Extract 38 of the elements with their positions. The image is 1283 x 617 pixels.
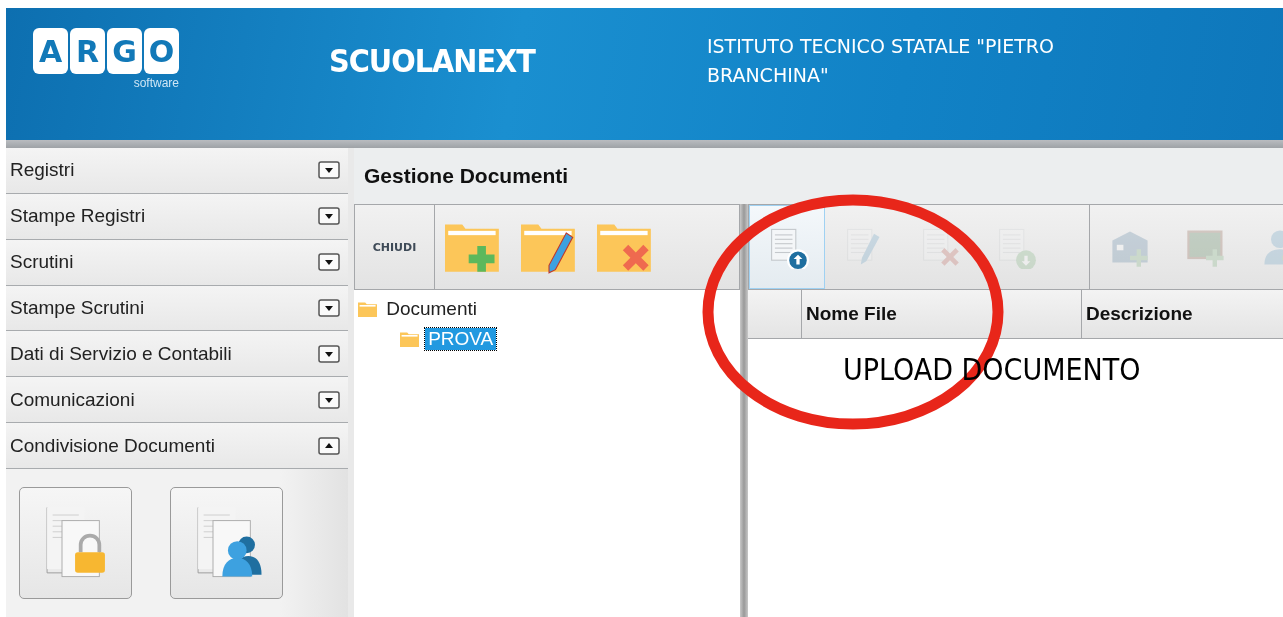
panel-title: Gestione Documenti — [364, 164, 569, 188]
section-label: Stampe Scrutini — [10, 297, 145, 319]
sidebar-section[interactable]: Stampe Scrutini — [6, 285, 348, 332]
expand-icon[interactable] — [318, 253, 340, 272]
institute-name: BRANCHINA" — [706, 63, 830, 88]
logo-letter: O — [144, 28, 179, 74]
section-label: Comunicazioni — [10, 388, 135, 411]
section-label: Condivisione Documenti — [10, 434, 215, 457]
section-label: Registri — [10, 159, 75, 182]
section-label: Scrutini — [10, 251, 74, 274]
product-name: SCUOLANEXT — [329, 42, 535, 80]
panel-button[interactable] — [19, 487, 132, 599]
panel-button[interactable] — [170, 487, 283, 599]
sidebar-section[interactable]: Scrutini — [6, 239, 348, 286]
column-header[interactable]: Descrizione — [1082, 290, 1283, 338]
tree-item[interactable]: Documenti — [383, 298, 480, 320]
expand-icon[interactable] — [318, 299, 340, 317]
expand-icon[interactable] — [318, 344, 340, 363]
sidebar-section[interactable]: Dati di Servizio e Contabili — [6, 331, 348, 378]
logo-letter: A — [33, 28, 68, 74]
splitter-bar[interactable] — [740, 204, 748, 617]
expand-icon[interactable] — [318, 161, 340, 180]
sidebar-section[interactable]: Condivisione Documenti — [6, 423, 348, 469]
section-label: Stampe Registri — [10, 205, 146, 228]
folder-icon — [358, 301, 378, 317]
sidebar-section[interactable]: Stampe Registri — [6, 193, 348, 240]
folder-icon — [400, 331, 420, 347]
institute-name: ISTITUTO TECNICO STATALE "PIETRO — [706, 34, 1054, 59]
logo-letter: R — [70, 28, 105, 74]
logo-subtitle: software — [133, 76, 179, 90]
sidebar-section[interactable]: Comunicazioni — [6, 377, 348, 424]
collapse-icon[interactable] — [318, 436, 340, 455]
logo-letter: G — [107, 28, 142, 74]
column-header[interactable]: Nome File — [802, 290, 1082, 338]
sidebar-section[interactable]: Registri — [6, 148, 348, 194]
expand-icon[interactable] — [318, 207, 340, 226]
section-label: Dati di Servizio e Contabili — [10, 342, 232, 365]
expand-icon[interactable] — [318, 390, 340, 409]
